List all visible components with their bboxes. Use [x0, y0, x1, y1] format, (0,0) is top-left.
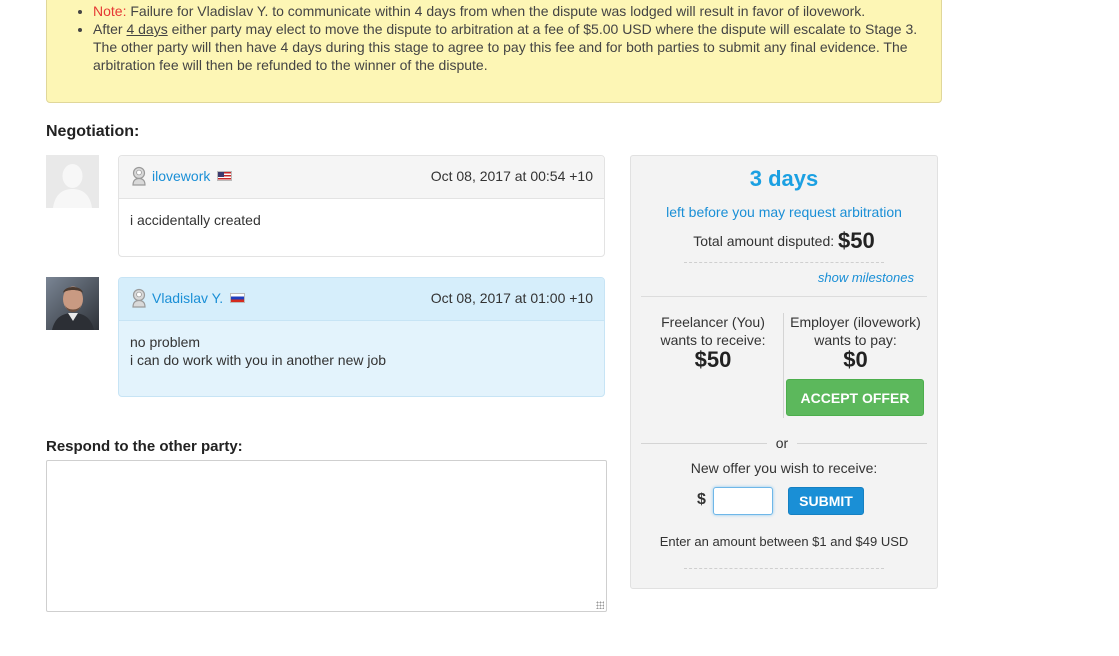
ru-flag-icon — [230, 293, 246, 303]
message-user: Vladislav Y. — [130, 288, 246, 308]
us-flag-icon — [217, 171, 233, 181]
respond-textarea[interactable] — [46, 460, 607, 612]
amount-range-hint: Enter an amount between $1 and $49 USD — [659, 534, 909, 549]
divider — [684, 262, 884, 263]
negotiation-heading: Negotiation: — [46, 123, 140, 140]
avatar-vladislav — [46, 277, 99, 330]
message-body: no problem i can do work with you in ano… — [119, 321, 604, 381]
show-milestones-link[interactable]: show milestones — [818, 270, 914, 285]
total-disputed-amount: $50 — [838, 228, 875, 253]
freelancer-amount: $50 — [694, 347, 732, 372]
message-date: Oct 08, 2017 at 00:54 +10 — [430, 168, 593, 184]
employer-offer: Employer (ilovework) wants to pay: $0 — [788, 313, 923, 371]
message-line: i can do work with you in another new jo… — [130, 352, 387, 368]
message-header: Vladislav Y. Oct 08, 2017 at 01:00 +10 — [119, 278, 604, 321]
message-user: ilovework — [130, 166, 233, 186]
arbitration-text-post: either party may elect to move the dispu… — [93, 21, 918, 73]
note-text: Failure for Vladislav Y. to communicate … — [126, 3, 866, 19]
username-link[interactable]: Vladislav Y. — [152, 290, 223, 306]
employer-amount: $0 — [843, 347, 868, 372]
freelancer-offer: Freelancer (You) wants to receive: $50 — [643, 313, 783, 371]
respond-heading: Respond to the other party: — [46, 438, 243, 455]
user-badge-icon — [132, 166, 146, 186]
divider — [641, 296, 927, 297]
message-card: Vladislav Y. Oct 08, 2017 at 01:00 +10 n… — [118, 277, 605, 397]
notice-item-arbitration: After 4 days either party may elect to m… — [93, 20, 933, 74]
or-separator: or — [775, 435, 789, 451]
note-label: Note: — [93, 3, 127, 19]
avatar-ilovework — [46, 155, 99, 208]
user-badge-icon — [132, 288, 146, 308]
divider — [641, 443, 767, 444]
message-date: Oct 08, 2017 at 01:00 +10 — [430, 290, 593, 306]
message-header: ilovework Oct 08, 2017 at 00:54 +10 — [119, 156, 604, 199]
days-remaining: 3 days — [749, 166, 819, 191]
freelancer-label: Freelancer (You) — [661, 314, 765, 330]
message-card: ilovework Oct 08, 2017 at 00:54 +10 i ac… — [118, 155, 605, 257]
username-link[interactable]: ilovework — [152, 168, 210, 184]
user-photo-icon — [46, 277, 99, 330]
dispute-notice: Note: Failure for Vladislav Y. to commun… — [46, 0, 942, 103]
employer-label: Employer (ilovework) — [790, 314, 921, 330]
arbitration-text-pre: After — [93, 21, 127, 37]
divider — [797, 443, 927, 444]
message-line: no problem — [130, 334, 201, 350]
notice-list: Note: Failure for Vladislav Y. to commun… — [93, 2, 933, 74]
message-body: i accidentally created — [119, 199, 604, 241]
days-remaining-caption: left before you may request arbitration — [666, 204, 902, 220]
offer-panel: 3 days left before you may request arbit… — [630, 155, 938, 589]
default-avatar-icon — [46, 155, 99, 208]
total-disputed: Total amount disputed: $50 — [631, 228, 937, 254]
new-offer-label: New offer you wish to receive: — [690, 460, 878, 476]
total-disputed-label: Total amount disputed: — [693, 233, 839, 249]
currency-symbol: $ — [697, 491, 706, 508]
vertical-divider — [783, 313, 784, 418]
submit-offer-button[interactable]: SUBMIT — [788, 487, 864, 515]
arbitration-days-highlight: 4 days — [126, 21, 168, 37]
offer-amount-input[interactable] — [713, 487, 773, 515]
divider — [684, 568, 884, 569]
accept-offer-button[interactable]: ACCEPT OFFER — [786, 379, 924, 416]
notice-item-note: Note: Failure for Vladislav Y. to commun… — [93, 2, 933, 20]
message-line: i accidentally created — [130, 212, 261, 228]
